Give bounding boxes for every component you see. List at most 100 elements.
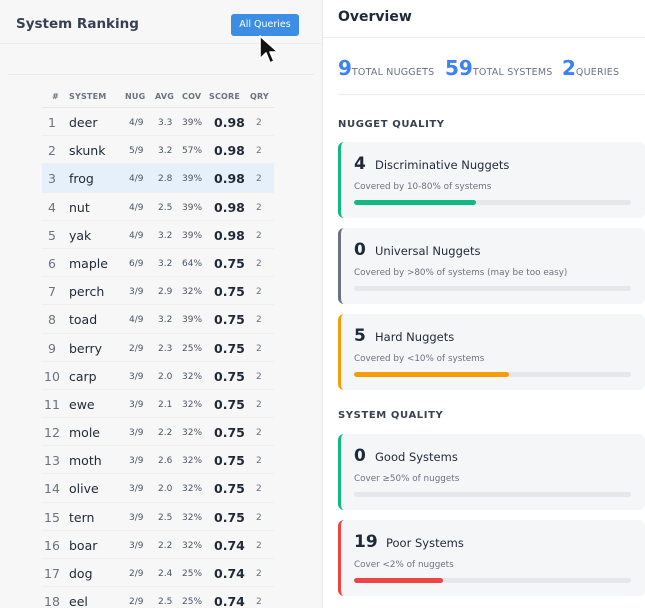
universal-nuggets-card[interactable]: 0 Universal Nuggets Covered by >80% of s… bbox=[338, 228, 645, 304]
hard-nuggets-card[interactable]: 5 Hard Nuggets Covered by <10% of system… bbox=[338, 314, 645, 390]
ranking-title: System Ranking bbox=[16, 16, 139, 32]
row-score: 0.75 bbox=[214, 284, 245, 300]
row-system: eel bbox=[69, 594, 88, 608]
row-nug: 4/9 bbox=[129, 118, 144, 128]
row-cov: 32% bbox=[182, 287, 203, 298]
table-row-selected[interactable]: 3 frog 4/9 2.8 39% 0.98 2 bbox=[42, 164, 274, 193]
card-subtitle: Covered by <10% of systems bbox=[354, 354, 485, 364]
row-qry: 2 bbox=[256, 597, 262, 608]
row-system: boar bbox=[69, 537, 98, 553]
mouse-cursor-icon bbox=[259, 35, 279, 64]
all-queries-button[interactable]: All Queries bbox=[231, 14, 299, 36]
divider bbox=[338, 94, 645, 95]
stat-label: TOTAL SYSTEMS bbox=[472, 67, 553, 78]
row-score: 0.98 bbox=[214, 171, 245, 187]
table-row[interactable]: 7 perch 3/9 2.9 32% 0.75 2 bbox=[42, 277, 274, 306]
row-score: 0.75 bbox=[214, 368, 245, 384]
poor-systems-card[interactable]: 19 Poor Systems Cover <2% of nuggets bbox=[338, 520, 645, 596]
row-cov: 39% bbox=[182, 174, 203, 185]
stat-label: TOTAL NUGGETS bbox=[351, 67, 435, 78]
col-nug-header[interactable]: NUG bbox=[125, 92, 145, 101]
row-score: 0.75 bbox=[214, 425, 245, 441]
row-avg: 2.1 bbox=[158, 399, 173, 410]
row-score: 0.98 bbox=[214, 115, 245, 130]
col-rank-header[interactable]: # bbox=[52, 92, 59, 101]
row-system: perch bbox=[69, 284, 105, 300]
card-title: Good Systems bbox=[375, 450, 458, 464]
row-cov: 57% bbox=[182, 146, 203, 157]
row-qry: 2 bbox=[256, 399, 262, 410]
row-qry: 2 bbox=[256, 484, 262, 495]
row-rank: 2 bbox=[48, 143, 56, 159]
row-system: tern bbox=[69, 509, 95, 525]
col-cov-header[interactable]: COV bbox=[182, 92, 201, 101]
table-row[interactable]: 5 yak 4/9 3.2 39% 0.98 2 bbox=[42, 221, 274, 249]
row-rank: 17 bbox=[44, 566, 60, 581]
table-row[interactable]: 1 deer 4/9 3.3 39% 0.98 2 bbox=[42, 108, 274, 137]
stat-total-systems: 59TOTAL SYSTEMS bbox=[445, 56, 553, 80]
row-rank: 5 bbox=[48, 227, 56, 243]
row-rank: 6 bbox=[48, 255, 56, 271]
row-avg: 2.8 bbox=[158, 174, 173, 185]
good-systems-card[interactable]: 0 Good Systems Cover ≥50% of nuggets bbox=[338, 434, 645, 510]
table-row[interactable]: 15 tern 3/9 2.5 32% 0.75 2 bbox=[42, 503, 274, 531]
row-rank: 12 bbox=[44, 425, 60, 441]
table-row[interactable]: 6 maple 6/9 3.2 64% 0.75 2 bbox=[42, 249, 274, 278]
table-row[interactable]: 18 eel 2/9 2.5 25% 0.74 2 bbox=[42, 587, 274, 608]
table-row[interactable]: 17 dog 2/9 2.4 25% 0.74 2 bbox=[42, 559, 274, 588]
row-avg: 3.2 bbox=[158, 230, 173, 241]
card-subtitle: Covered by 10-80% of systems bbox=[354, 182, 492, 192]
table-row[interactable]: 2 skunk 5/9 3.2 57% 0.98 2 bbox=[42, 136, 274, 165]
row-cov: 32% bbox=[182, 428, 203, 439]
table-row[interactable]: 13 moth 3/9 2.6 32% 0.75 2 bbox=[42, 446, 274, 475]
card-title: Hard Nuggets bbox=[375, 330, 455, 344]
row-nug: 3/9 bbox=[129, 371, 144, 382]
col-avg-header[interactable]: AVG bbox=[155, 92, 174, 101]
row-avg: 2.3 bbox=[158, 343, 173, 354]
table-row[interactable]: 14 olive 3/9 2.0 32% 0.75 2 bbox=[42, 474, 274, 503]
row-cov: 39% bbox=[182, 202, 203, 213]
row-qry: 2 bbox=[256, 540, 262, 551]
row-qry: 2 bbox=[256, 512, 262, 523]
table-row[interactable]: 4 nut 4/9 2.5 39% 0.98 2 bbox=[42, 193, 274, 221]
row-rank: 8 bbox=[48, 312, 56, 328]
discriminative-nuggets-card[interactable]: 4 Discriminative Nuggets Covered by 10-8… bbox=[338, 142, 645, 218]
card-count: 5 bbox=[354, 326, 366, 346]
stats-summary: 9TOTAL NUGGETS 59TOTAL SYSTEMS 2QUERIES bbox=[338, 56, 638, 86]
table-row[interactable]: 12 mole 3/9 2.2 32% 0.75 2 bbox=[42, 418, 274, 447]
col-qry-header[interactable]: QRY bbox=[250, 92, 269, 101]
row-score: 0.74 bbox=[214, 594, 245, 608]
col-system-header[interactable]: SYSTEM bbox=[69, 92, 106, 101]
row-system: dog bbox=[69, 566, 93, 581]
row-nug: 4/9 bbox=[129, 202, 144, 213]
stat-label: QUERIES bbox=[575, 67, 620, 78]
row-system: maple bbox=[69, 255, 108, 271]
row-system: ewe bbox=[69, 396, 95, 412]
row-system: frog bbox=[69, 171, 94, 187]
card-title: Discriminative Nuggets bbox=[375, 158, 510, 172]
row-cov: 25% bbox=[182, 597, 203, 608]
row-score: 0.75 bbox=[214, 312, 245, 328]
card-count: 0 bbox=[354, 446, 366, 466]
row-nug: 3/9 bbox=[129, 512, 144, 523]
row-qry: 2 bbox=[256, 456, 262, 467]
card-subtitle: Cover <2% of nuggets bbox=[354, 560, 454, 570]
table-row[interactable]: 11 ewe 3/9 2.1 32% 0.75 2 bbox=[42, 390, 274, 419]
row-cov: 32% bbox=[182, 399, 203, 410]
progress-track bbox=[354, 200, 631, 205]
row-nug: 2/9 bbox=[129, 597, 144, 608]
col-score-header[interactable]: SCORE bbox=[209, 92, 240, 101]
row-nug: 2/9 bbox=[129, 343, 144, 354]
table-row[interactable]: 9 berry 2/9 2.3 25% 0.75 2 bbox=[42, 334, 274, 362]
row-rank: 18 bbox=[44, 594, 60, 608]
row-avg: 2.4 bbox=[158, 569, 173, 579]
card-count: 4 bbox=[354, 154, 366, 174]
table-row[interactable]: 10 carp 3/9 2.0 32% 0.75 2 bbox=[42, 362, 274, 390]
table-row[interactable]: 8 toad 4/9 3.2 39% 0.75 2 bbox=[42, 305, 274, 334]
row-cov: 32% bbox=[182, 512, 203, 523]
row-rank: 14 bbox=[44, 481, 60, 497]
row-system: toad bbox=[69, 312, 98, 328]
table-row[interactable]: 16 boar 3/9 2.2 32% 0.74 2 bbox=[42, 531, 274, 559]
row-cov: 32% bbox=[182, 456, 203, 467]
row-system: carp bbox=[69, 368, 97, 384]
